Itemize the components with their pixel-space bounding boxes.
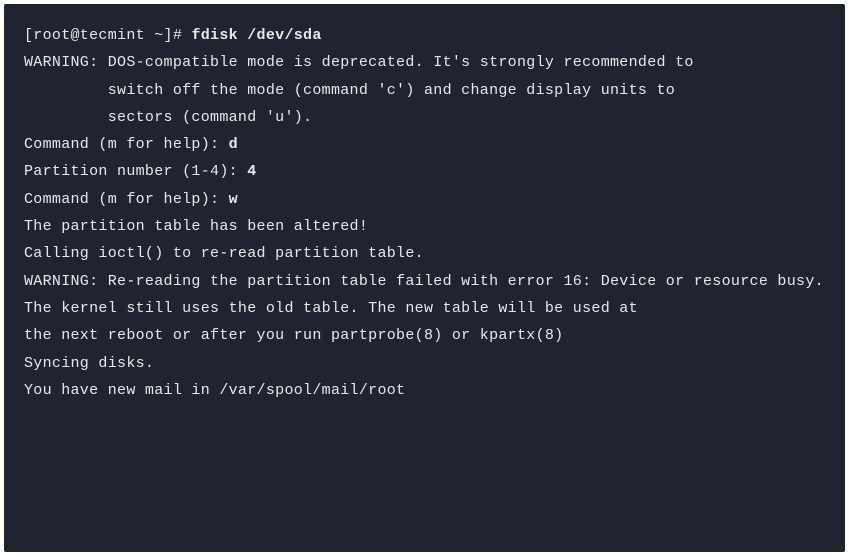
warning-line: WARNING: Re-reading the partition table … bbox=[24, 268, 825, 295]
fdisk-prompt: Command (m for help): bbox=[24, 191, 229, 208]
output-line: Syncing disks. bbox=[24, 350, 825, 377]
fdisk-partition-prompt: Partition number (1-4): bbox=[24, 163, 247, 180]
prompt-line: [root@tecmint ~]# fdisk /dev/sda bbox=[24, 22, 825, 49]
fdisk-prompt: Command (m for help): bbox=[24, 136, 229, 153]
fdisk-prompt-line: Command (m for help): d bbox=[24, 131, 825, 158]
warning-line: WARNING: DOS-compatible mode is deprecat… bbox=[24, 49, 825, 76]
output-line: The partition table has been altered! bbox=[24, 213, 825, 240]
output-line: Calling ioctl() to re-read partition tab… bbox=[24, 240, 825, 267]
warning-line: The kernel still uses the old table. The… bbox=[24, 295, 825, 322]
fdisk-prompt-line: Command (m for help): w bbox=[24, 186, 825, 213]
warning-line: sectors (command 'u'). bbox=[24, 104, 825, 131]
mail-line: You have new mail in /var/spool/mail/roo… bbox=[24, 377, 825, 404]
terminal-window: [root@tecmint ~]# fdisk /dev/sda WARNING… bbox=[4, 4, 845, 552]
shell-command: fdisk /dev/sda bbox=[191, 27, 321, 44]
fdisk-partition-input: 4 bbox=[247, 163, 256, 180]
warning-line: switch off the mode (command 'c') and ch… bbox=[24, 77, 825, 104]
warning-line: the next reboot or after you run partpro… bbox=[24, 322, 825, 349]
fdisk-prompt-line: Partition number (1-4): 4 bbox=[24, 158, 825, 185]
fdisk-input: w bbox=[229, 191, 238, 208]
shell-prompt: [root@tecmint ~]# bbox=[24, 27, 191, 44]
fdisk-input: d bbox=[229, 136, 238, 153]
